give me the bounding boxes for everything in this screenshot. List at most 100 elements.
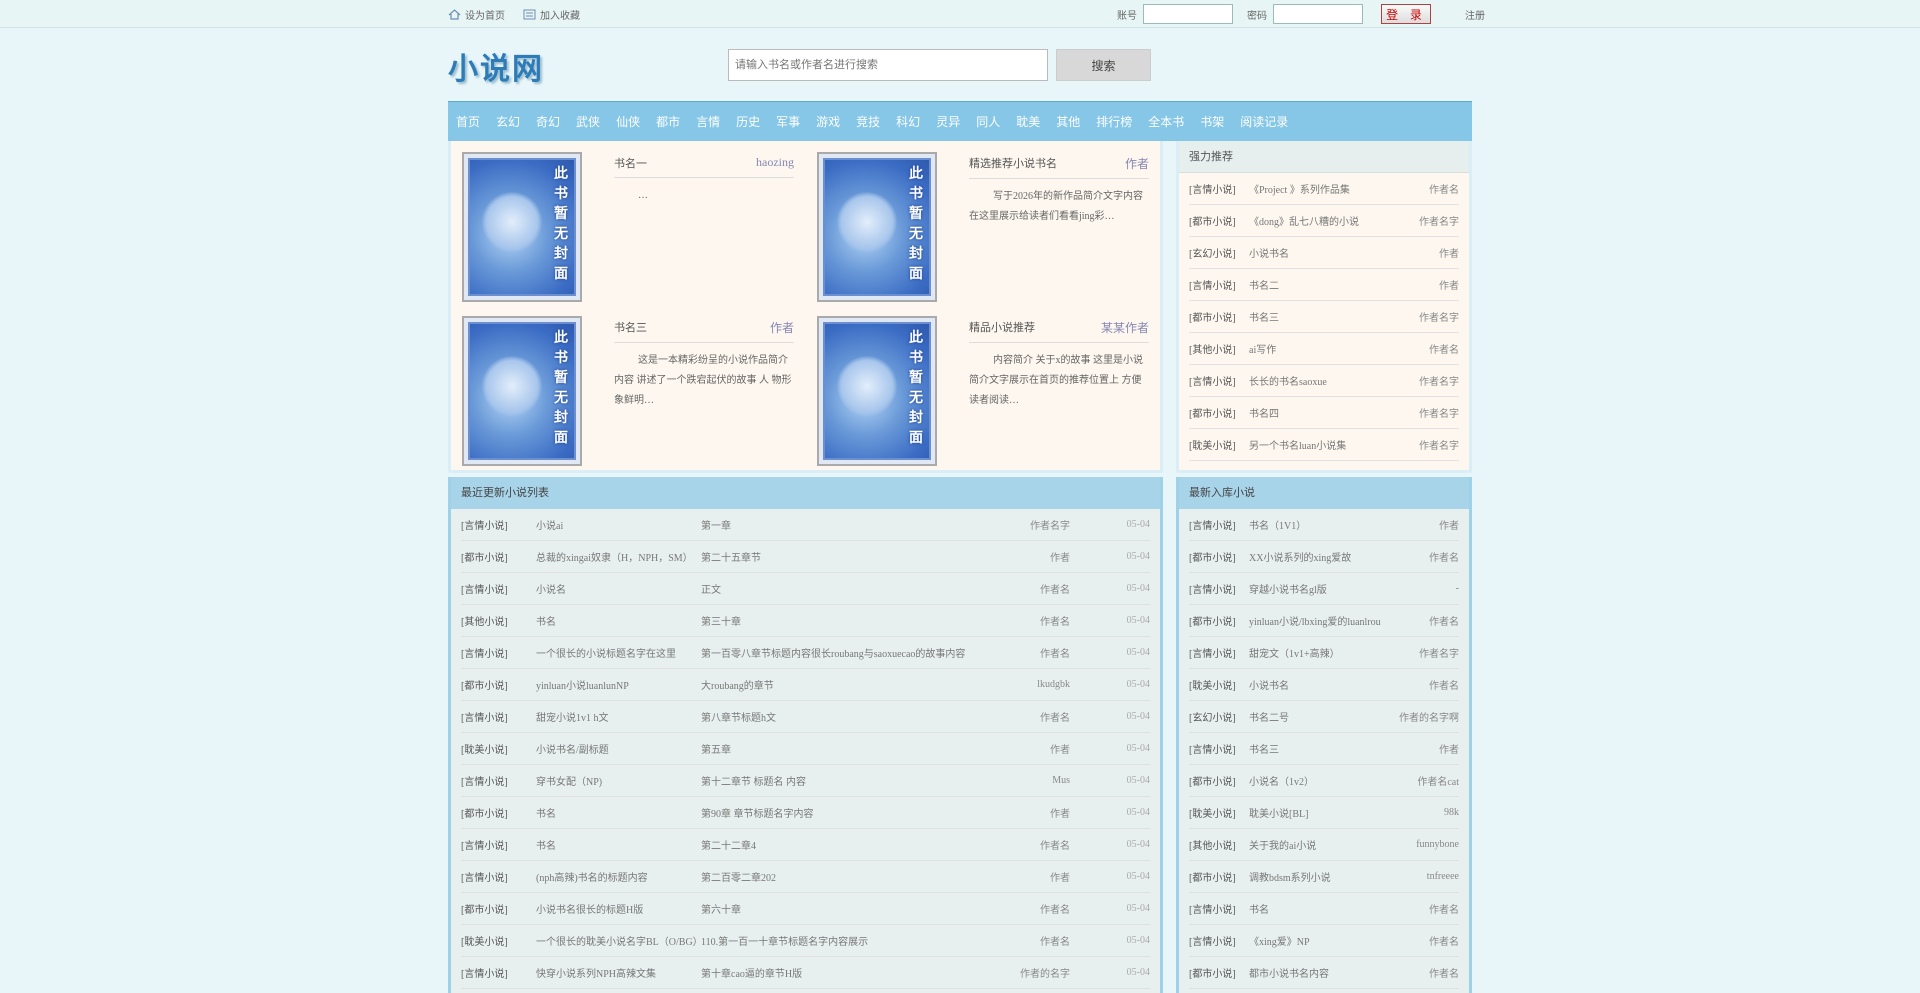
row-category[interactable]: [耽美小说] [461, 741, 536, 756]
row-chapter[interactable]: 第十章cao逼的章节H版 [701, 965, 970, 980]
nav-item[interactable]: 科幻 [896, 113, 920, 130]
row-category[interactable]: [耽美小说] [1189, 437, 1249, 452]
row-book-name[interactable]: 《Project 》系列作品集 [1249, 181, 1429, 196]
row-book-name[interactable]: 快穿小说系列NPH高辣文集 [536, 965, 701, 980]
row-book-name[interactable]: 小说书名很长的标题H版 [536, 901, 701, 916]
nav-item[interactable]: 耽美 [1016, 113, 1040, 130]
row-category[interactable]: [耽美小说] [461, 933, 536, 948]
row-chapter[interactable]: 第三十章 [701, 613, 970, 628]
nav-item[interactable]: 排行榜 [1096, 113, 1132, 130]
row-category[interactable]: [都市小说] [1189, 405, 1249, 420]
row-book-name[interactable]: 小说ai [536, 517, 701, 532]
nav-item[interactable]: 奇幻 [536, 113, 560, 130]
row-category[interactable]: [都市小说] [461, 677, 536, 692]
row-category[interactable]: [言情小说] [461, 581, 536, 596]
nav-item[interactable]: 玄幻 [496, 113, 520, 130]
row-category[interactable]: [言情小说] [461, 709, 536, 724]
row-book-name[interactable]: 书名 [1249, 901, 1429, 916]
row-book-name[interactable]: 书名（1V1） [1249, 517, 1439, 532]
row-chapter[interactable]: 110.第一百一十章节标题名字内容展示 [701, 933, 970, 948]
row-book-name[interactable]: 穿书女配（NP) [536, 773, 701, 788]
row-category[interactable]: [其他小说] [461, 613, 536, 628]
row-chapter[interactable]: 第二十五章节 [701, 549, 970, 564]
row-book-name[interactable]: 一个很长的小说标题名字在这里 [536, 645, 701, 660]
row-book-name[interactable]: 总裁的xingai奴隶（H，NPH，SM） [536, 549, 701, 564]
row-book-name[interactable]: yinluan小说/lbxing爱的luanlrou [1249, 613, 1429, 628]
row-category[interactable]: [其他小说] [1189, 341, 1249, 356]
row-book-name[interactable]: 都市小说书名内容 [1249, 965, 1429, 980]
book-author[interactable]: 作者 [770, 319, 794, 336]
book-cover-image[interactable]: 此书暂无封面 [462, 152, 582, 302]
row-chapter[interactable]: 第一百零八章节标题内容很长roubang与saoxuecao的故事内容 [701, 645, 970, 660]
nav-item[interactable]: 其他 [1056, 113, 1080, 130]
row-category[interactable]: [耽美小说] [1189, 677, 1249, 692]
register-link[interactable]: 注册 [1465, 7, 1485, 22]
nav-item[interactable]: 言情 [696, 113, 720, 130]
row-category[interactable]: [言情小说] [1189, 901, 1249, 916]
row-category[interactable]: [都市小说] [1189, 773, 1249, 788]
row-chapter[interactable]: 第二百零二章202 [701, 869, 970, 884]
password-input[interactable] [1273, 4, 1363, 24]
row-book-name[interactable]: 一个很长的耽美小说名字BL（O/BG） [536, 933, 703, 948]
row-category[interactable]: [言情小说] [1189, 373, 1249, 388]
row-chapter[interactable]: 第五章 [701, 741, 970, 756]
book-author[interactable]: 某某作者 [1101, 319, 1149, 336]
username-input[interactable] [1143, 4, 1233, 24]
row-category[interactable]: [都市小说] [1189, 965, 1249, 980]
nav-item[interactable]: 武侠 [576, 113, 600, 130]
row-category[interactable]: [玄幻小说] [1189, 709, 1249, 724]
row-book-name[interactable]: yinluan小说luanlunNP [536, 677, 701, 692]
row-category[interactable]: [言情小说] [461, 837, 536, 852]
row-category[interactable]: [言情小说] [1189, 645, 1249, 660]
site-logo[interactable]: 小说网 [448, 44, 544, 88]
row-category[interactable]: [都市小说] [461, 549, 536, 564]
book-author[interactable]: 作者 [1125, 155, 1149, 172]
nav-item[interactable]: 游戏 [816, 113, 840, 130]
row-book-name[interactable]: 小说书名 [1249, 245, 1439, 260]
search-button[interactable]: 搜索 [1056, 49, 1151, 81]
bookmark-link[interactable]: 加入收藏 [523, 7, 580, 22]
row-category[interactable]: [都市小说] [1189, 613, 1249, 628]
row-book-name[interactable]: 书名二 [1249, 277, 1439, 292]
nav-item[interactable]: 书架 [1200, 113, 1224, 130]
row-book-name[interactable]: 书名三 [1249, 741, 1439, 756]
book-cover-image[interactable]: 此书暂无封面 [817, 316, 937, 466]
row-category[interactable]: [言情小说] [1189, 933, 1249, 948]
nav-item[interactable]: 仙侠 [616, 113, 640, 130]
row-category[interactable]: [言情小说] [1189, 741, 1249, 756]
row-book-name[interactable]: 小说名 [536, 581, 701, 596]
row-chapter[interactable]: 第二十二章4 [701, 837, 970, 852]
row-book-name[interactable]: 小说书名/副标题 [536, 741, 701, 756]
row-book-name[interactable]: 书名 [536, 837, 701, 852]
book-cover-image[interactable]: 此书暂无封面 [817, 152, 937, 302]
row-book-name[interactable]: (nph高辣)书名的标题内容 [536, 869, 701, 884]
row-category[interactable]: [都市小说] [1189, 309, 1249, 324]
book-cover-image[interactable]: 此书暂无封面 [462, 316, 582, 466]
row-chapter[interactable]: 第八章节标题h文 [701, 709, 970, 724]
row-book-name[interactable]: ai写作 [1249, 341, 1429, 356]
row-category[interactable]: [言情小说] [461, 869, 536, 884]
row-category[interactable]: [言情小说] [1189, 277, 1249, 292]
book-title[interactable]: 书名三 [614, 319, 647, 336]
row-book-name[interactable]: 书名三 [1249, 309, 1419, 324]
row-book-name[interactable]: 长长的书名saoxue [1249, 373, 1419, 388]
row-category[interactable]: [言情小说] [461, 517, 536, 532]
nav-item[interactable]: 军事 [776, 113, 800, 130]
row-category[interactable]: [都市小说] [1189, 869, 1249, 884]
row-chapter[interactable]: 第六十章 [701, 901, 970, 916]
row-category[interactable]: [都市小说] [461, 901, 536, 916]
row-category[interactable]: [言情小说] [461, 645, 536, 660]
row-book-name[interactable]: 调教bdsm系列小说 [1249, 869, 1427, 884]
row-book-name[interactable]: 《dong》乱七八糟的小说 [1249, 213, 1419, 228]
row-category[interactable]: [言情小说] [461, 773, 536, 788]
row-book-name[interactable]: 另一个书名luan小说集 [1249, 437, 1419, 452]
row-category[interactable]: [言情小说] [461, 965, 536, 980]
row-category[interactable]: [其他小说] [1189, 837, 1249, 852]
row-book-name[interactable]: 小说书名 [1249, 677, 1429, 692]
book-title[interactable]: 精品小说推荐 [969, 319, 1035, 336]
row-chapter[interactable]: 大roubang的章节 [701, 677, 970, 692]
row-book-name[interactable]: 甜宠小说1v1 h文 [536, 709, 701, 724]
row-category[interactable]: [耽美小说] [1189, 805, 1249, 820]
row-book-name[interactable]: 书名 [536, 805, 701, 820]
row-chapter[interactable]: 正文 [701, 581, 970, 596]
